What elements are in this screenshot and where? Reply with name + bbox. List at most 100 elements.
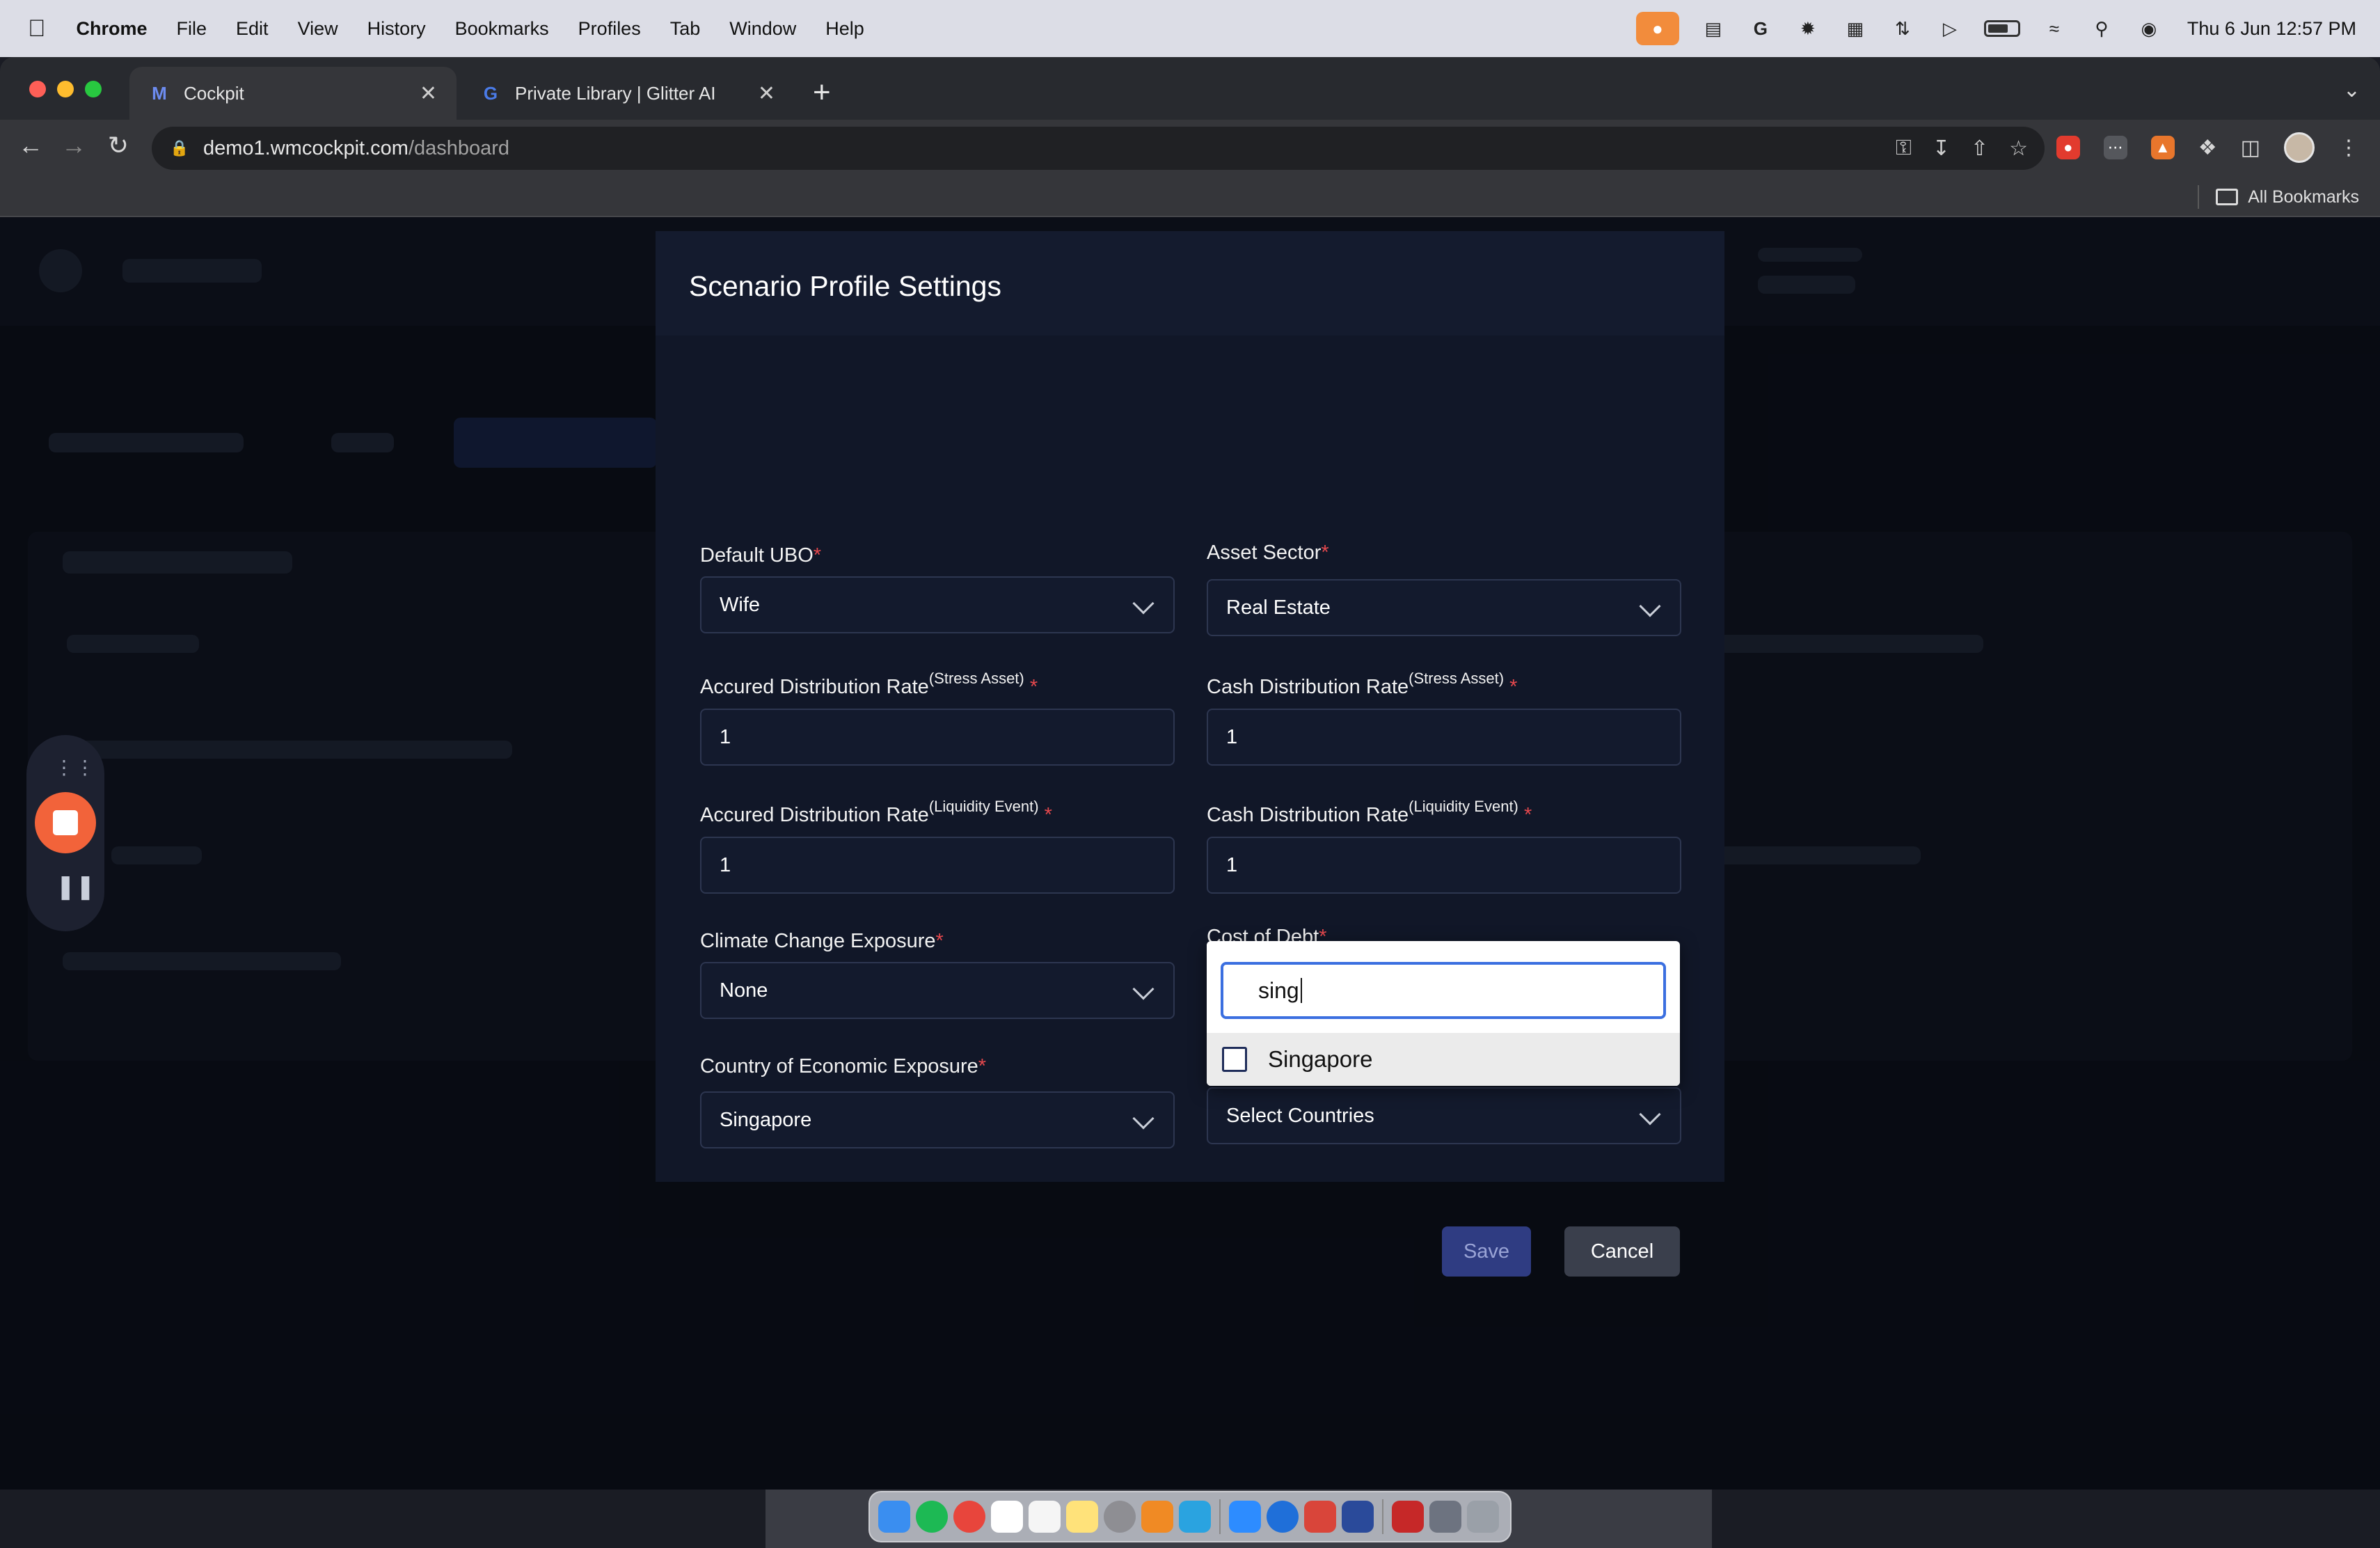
- forward-arrow-icon[interactable]: →: [57, 131, 90, 160]
- country-search-input[interactable]: sing: [1221, 962, 1666, 1019]
- control-center-icon[interactable]: ◉: [2136, 15, 2162, 42]
- menu-help[interactable]: Help: [825, 18, 864, 40]
- country-option-label: Singapore: [1268, 1046, 1373, 1072]
- calendar-icon[interactable]: [991, 1501, 1023, 1533]
- country-search-value: sing: [1258, 977, 1299, 1003]
- side-panel-icon[interactable]: ◫: [2241, 136, 2260, 160]
- folder-icon: [2216, 189, 2239, 205]
- close-window-icon[interactable]: [29, 81, 46, 97]
- chevron-down-icon: [1639, 595, 1661, 617]
- microphone-icon[interactable]: ●: [1635, 12, 1679, 45]
- country-dropdown-popup: sing Singapore: [1207, 941, 1680, 1086]
- play-icon[interactable]: ▷: [1937, 15, 1963, 42]
- system-settings-icon[interactable]: [1104, 1501, 1136, 1533]
- address-bar[interactable]: 🔒 demo1.wmcockpit.com/dashboard ⚿ ↧ ⇧ ☆: [152, 127, 2045, 170]
- zoom-icon[interactable]: [1229, 1501, 1261, 1533]
- wifi-icon[interactable]: ≈: [2041, 15, 2068, 42]
- new-tab-icon[interactable]: +: [813, 75, 831, 110]
- menu-bookmarks[interactable]: Bookmarks: [455, 18, 549, 40]
- close-tab-icon[interactable]: ✕: [420, 81, 437, 106]
- bookmark-star-icon[interactable]: ☆: [2009, 136, 2028, 161]
- stop-recording-button[interactable]: [35, 792, 96, 853]
- chevron-down-icon: [1132, 1107, 1155, 1130]
- menu-app-name[interactable]: Chrome: [77, 18, 148, 40]
- checkbox[interactable]: [1222, 1047, 1247, 1072]
- grammarly-icon[interactable]: G: [1747, 15, 1774, 42]
- apple-logo-icon[interactable]: : [28, 15, 46, 42]
- macos-dock: [868, 1491, 1512, 1542]
- telegram-icon[interactable]: [1179, 1501, 1211, 1533]
- menu-edit[interactable]: Edit: [236, 18, 269, 40]
- menu-history[interactable]: History: [367, 18, 426, 40]
- chrome-menu-icon[interactable]: ⋮: [2338, 136, 2359, 160]
- menu-view[interactable]: View: [298, 18, 338, 40]
- spotlight-search-icon[interactable]: ⚲: [2088, 15, 2115, 42]
- minimize-window-icon[interactable]: [57, 81, 74, 97]
- accured-liquidity-input[interactable]: 1: [700, 837, 1175, 894]
- all-bookmarks-button[interactable]: All Bookmarks: [2198, 185, 2359, 209]
- save-button[interactable]: Save: [1442, 1226, 1531, 1277]
- activity-monitor-icon[interactable]: ▤: [1700, 15, 1727, 42]
- legal-exposure-placeholder: Select Countries: [1226, 1104, 1374, 1127]
- climate-exposure-label: Climate Change Exposure*: [700, 930, 944, 952]
- menu-tab[interactable]: Tab: [670, 18, 701, 40]
- dock-divider: [1382, 1499, 1383, 1534]
- zoom-window-icon[interactable]: [85, 81, 102, 97]
- close-tab-icon[interactable]: ✕: [758, 81, 775, 106]
- sublime-text-icon[interactable]: [1141, 1501, 1173, 1533]
- cash-stress-value: 1: [1226, 725, 1238, 748]
- puzzle-extensions-icon[interactable]: ❖: [2198, 136, 2217, 160]
- cash-liquidity-value: 1: [1226, 853, 1238, 876]
- reminders-icon[interactable]: [1029, 1501, 1061, 1533]
- extension-dots-icon[interactable]: ⋯: [2103, 136, 2127, 159]
- asset-sector-select[interactable]: Real Estate: [1207, 579, 1681, 636]
- default-ubo-select[interactable]: Wife: [700, 576, 1175, 633]
- reload-icon[interactable]: ↻: [102, 131, 135, 160]
- profile-avatar[interactable]: [2284, 132, 2315, 163]
- tab-search-chevron-icon[interactable]: ⌄: [2343, 78, 2361, 102]
- tab-glitter[interactable]: G Private Library | Glitter AI ✕: [461, 67, 795, 120]
- legal-exposure-select[interactable]: Select Countries: [1207, 1087, 1681, 1144]
- network-monitor-icon[interactable]: ⇅: [1889, 15, 1916, 42]
- extension-red-icon[interactable]: ●: [2056, 136, 2080, 159]
- layout-icon[interactable]: ▦: [1842, 15, 1869, 42]
- dock-divider: [1219, 1499, 1221, 1534]
- economic-exposure-select[interactable]: Singapore: [700, 1091, 1175, 1148]
- screenshot-icon[interactable]: [1429, 1501, 1461, 1533]
- key-icon[interactable]: ⚿: [1896, 136, 1912, 161]
- accured-stress-input[interactable]: 1: [700, 709, 1175, 766]
- brightness-icon[interactable]: ✹: [1795, 15, 1821, 42]
- trash-icon[interactable]: [1467, 1501, 1499, 1533]
- cash-liquidity-input[interactable]: 1: [1207, 837, 1681, 894]
- install-app-icon[interactable]: ↧: [1933, 136, 1950, 161]
- lock-icon[interactable]: 🔒: [170, 139, 189, 157]
- pdf-app-icon[interactable]: [1304, 1501, 1336, 1533]
- acrobat-icon[interactable]: [1392, 1501, 1424, 1533]
- economic-exposure-label: Country of Economic Exposure*: [700, 1055, 987, 1077]
- country-option-singapore[interactable]: Singapore: [1207, 1033, 1680, 1086]
- finder-icon[interactable]: [878, 1501, 910, 1533]
- battery-icon[interactable]: [1983, 20, 2020, 37]
- screen-recorder-widget: ⋮⋮ ❚❚: [26, 735, 104, 931]
- notes-icon[interactable]: [1066, 1501, 1098, 1533]
- cash-stress-input[interactable]: 1: [1207, 709, 1681, 766]
- economic-exposure-value: Singapore: [720, 1108, 812, 1131]
- preview-search-icon[interactable]: [1342, 1501, 1374, 1533]
- metamask-fox-icon[interactable]: ▲: [2150, 136, 2175, 159]
- safari-icon[interactable]: [1267, 1501, 1299, 1533]
- menu-file[interactable]: File: [177, 18, 207, 40]
- cancel-button[interactable]: Cancel: [1564, 1226, 1680, 1277]
- drag-handle-icon[interactable]: ⋮⋮: [54, 756, 96, 779]
- menu-clock[interactable]: Thu 6 Jun 12:57 PM: [2187, 18, 2356, 40]
- chrome-icon[interactable]: [953, 1501, 985, 1533]
- accured-stress-label: Accured Distribution Rate(Stress Asset) …: [700, 670, 1038, 698]
- menu-profiles[interactable]: Profiles: [578, 18, 641, 40]
- tab-cockpit[interactable]: M Cockpit ✕: [129, 67, 457, 120]
- url-text: demo1.wmcockpit.com/dashboard: [203, 137, 509, 160]
- share-icon[interactable]: ⇧: [1971, 136, 1988, 161]
- pause-recording-icon[interactable]: ❚❚: [56, 873, 95, 901]
- back-arrow-icon[interactable]: ←: [14, 131, 47, 160]
- climate-exposure-select[interactable]: None: [700, 962, 1175, 1019]
- menu-window[interactable]: Window: [729, 18, 796, 40]
- spotify-icon[interactable]: [916, 1501, 948, 1533]
